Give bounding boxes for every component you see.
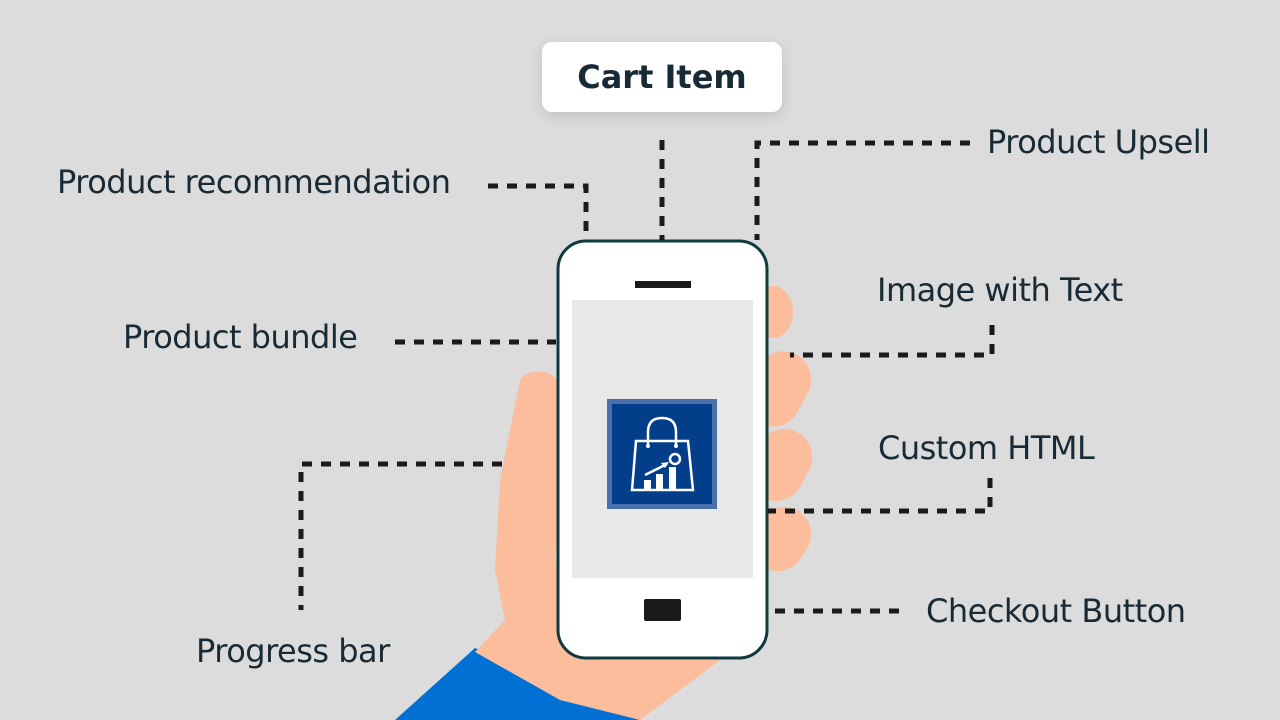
label-product-recommendation: Product recommendation — [57, 163, 451, 201]
cart-item-title: Cart Item — [577, 58, 747, 96]
connector-product-recommendation — [488, 183, 589, 240]
label-checkout-button: Checkout Button — [926, 592, 1186, 630]
diagram-stage: Cart Item Product recommendation Product… — [0, 0, 1280, 720]
phone-speaker — [635, 281, 691, 288]
label-product-bundle: Product bundle — [123, 318, 358, 356]
connector-progress-bar — [298, 461, 502, 610]
shopping-bag-growth-icon — [607, 399, 717, 509]
phone-home-button[interactable] — [644, 599, 681, 621]
label-progress-bar: Progress bar — [196, 632, 390, 670]
label-image-with-text: Image with Text — [877, 271, 1123, 309]
cart-item-title-box: Cart Item — [542, 42, 782, 112]
connector-image-with-text — [790, 325, 995, 358]
connector-product-upsell — [754, 140, 970, 240]
label-custom-html: Custom HTML — [878, 429, 1095, 467]
label-product-upsell: Product Upsell — [987, 123, 1210, 161]
